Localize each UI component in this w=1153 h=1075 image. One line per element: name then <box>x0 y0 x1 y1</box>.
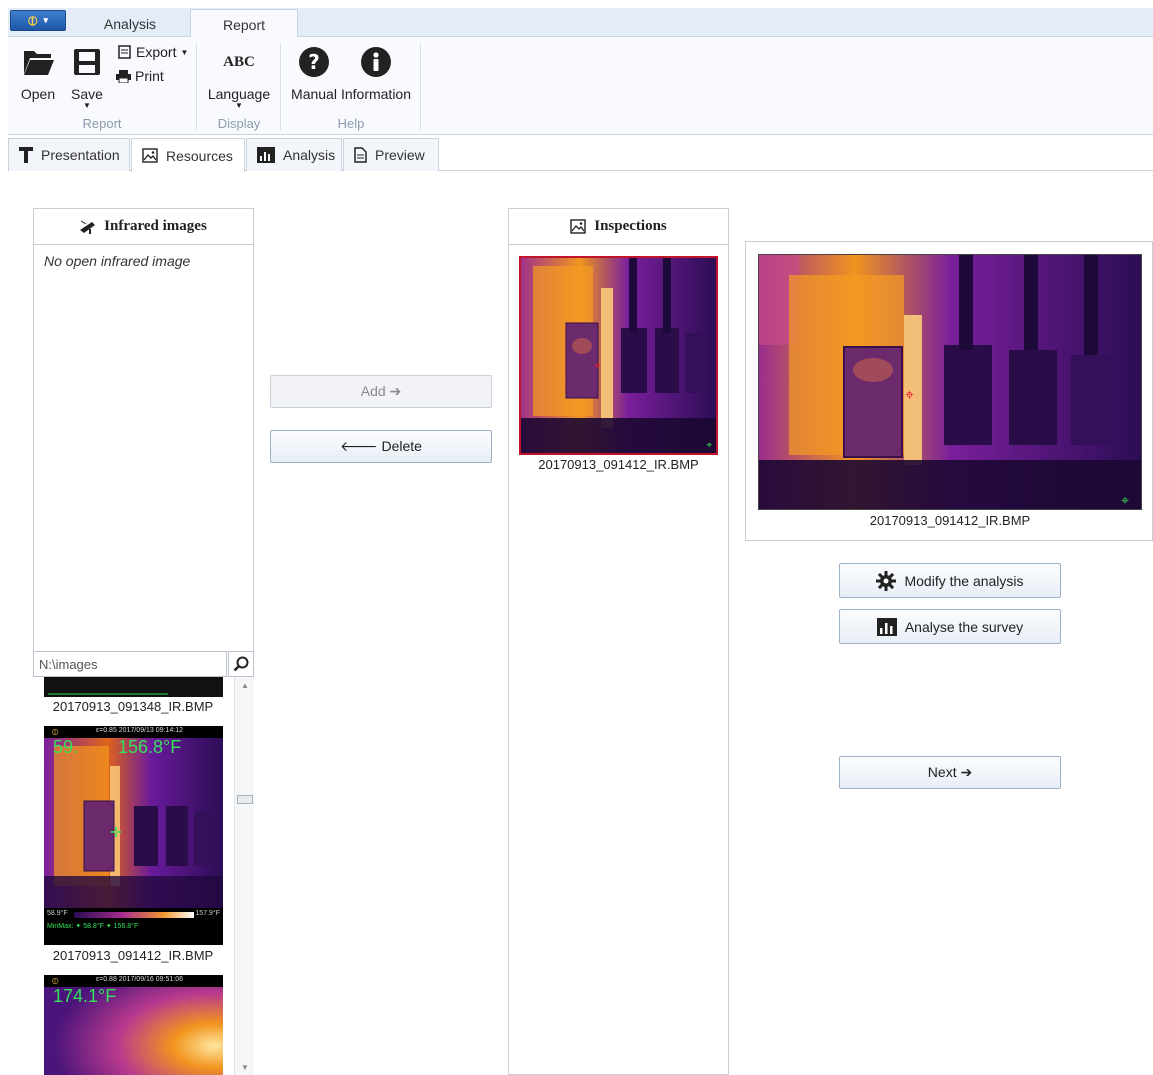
crosshair-marker-icon: ⌖ <box>1121 492 1129 508</box>
group-separator <box>420 44 421 130</box>
chevron-down-icon: ▼ <box>235 101 243 110</box>
tab-resources[interactable]: Resources <box>131 138 245 172</box>
thumbnail-image[interactable]: ⦶ ε=0.88 2017/09/16 09:51:06 174.1°F <box>44 975 223 1075</box>
image-icon <box>142 148 158 163</box>
print-button[interactable]: Print <box>116 68 164 84</box>
tab-preview-label: Preview <box>375 147 425 163</box>
scale-max-label: 157.9°F <box>195 910 220 917</box>
next-button[interactable]: Next ➔ <box>839 756 1061 789</box>
delete-button[interactable]: 🡐 Delete <box>270 430 492 463</box>
scroll-up-icon[interactable]: ▲ <box>241 681 249 690</box>
export-label: Export <box>136 44 177 60</box>
chevron-down-icon: ▼ <box>83 101 91 110</box>
save-icon <box>66 44 108 80</box>
chevron-down-icon: ▾ <box>43 15 48 25</box>
group-separator <box>280 44 281 130</box>
thumbnail-caption: 20170913_091348_IR.BMP <box>52 699 214 714</box>
minmax-readout: MinMax: ✦ 58.8°F ✦ 156.8°F <box>47 923 139 930</box>
analyse-survey-button[interactable]: Analyse the survey <box>839 609 1061 644</box>
tab-analysis[interactable]: Analysis <box>246 138 342 171</box>
preview-caption: 20170913_091412_IR.BMP <box>869 513 1031 528</box>
crosshair-marker-icon: ✛ <box>110 824 122 840</box>
add-button-label: Add ➔ <box>360 383 402 399</box>
inspection-thumbnail[interactable]: ⌖ ⌖ <box>519 256 718 455</box>
information-button[interactable]: Information <box>340 44 412 102</box>
document-icon <box>354 147 367 163</box>
bar-chart-icon <box>257 147 275 163</box>
abc-icon: ABC <box>223 53 255 70</box>
language-button[interactable]: ABC Language ▼ <box>206 44 272 110</box>
scale-min-label: 58.9°F <box>47 910 68 917</box>
thumbnail-image[interactable]: ε=0.85 2017/09/13 09:14:12 ⦶ 59. 156.8°F… <box>44 726 223 945</box>
crosshair-marker-icon: ⌖ <box>905 387 915 404</box>
tab-analysis-label: Analysis <box>283 147 336 163</box>
print-icon <box>116 69 131 83</box>
thumbnail-header-info: ε=0.88 2017/09/16 09:51:06 <box>96 976 184 983</box>
temperature-min-overlay: 59. <box>53 737 79 757</box>
information-label: Information <box>340 86 412 102</box>
open-button[interactable]: Open <box>16 44 60 102</box>
temperature-overlay: 174.1°F <box>53 986 117 1006</box>
crosshair-marker-icon: ⌖ <box>594 358 601 372</box>
group-label-help: Help <box>337 116 365 131</box>
browse-folder-button[interactable] <box>228 651 254 677</box>
path-input[interactable]: N:\images <box>33 651 227 677</box>
modify-analysis-button[interactable]: Modify the analysis <box>839 563 1061 598</box>
temperature-max-overlay: 156.8°F <box>118 737 182 757</box>
app-logo-icon: ⦶ <box>28 12 38 28</box>
tab-presentation[interactable]: Presentation <box>8 138 130 171</box>
inspection-caption: 20170913_091412_IR.BMP <box>538 457 699 472</box>
export-button[interactable]: Export ▼ <box>118 44 188 60</box>
inspections-header: Inspections <box>509 209 728 245</box>
thumbnail-list[interactable]: 20170913_091348_IR.BMP ε=0.85 2017/09/13… <box>33 677 254 1075</box>
text-t-icon <box>19 147 33 163</box>
thumbnail-header-info: ε=0.85 2017/09/13 09:14:12 <box>96 727 184 734</box>
question-circle-icon: ? <box>288 44 340 80</box>
preview-image[interactable]: ⌖ ⌖ <box>758 254 1142 510</box>
modify-analysis-label: Modify the analysis <box>904 572 1024 589</box>
group-separator <box>196 44 197 130</box>
app-menu-button[interactable]: ⦶ ▾ <box>10 10 66 31</box>
info-circle-icon <box>340 44 412 80</box>
image-icon <box>570 219 586 234</box>
thumbnail-caption: 20170913_091412_IR.BMP <box>52 948 214 963</box>
infrared-images-header: Infrared images <box>34 209 253 245</box>
gear-icon <box>876 570 897 591</box>
thumbnail-scrollbar[interactable]: ▲ ▼ <box>234 677 254 1075</box>
language-label: Language <box>207 86 271 102</box>
no-image-message: No open infrared image <box>44 253 191 269</box>
manual-button[interactable]: ? Manual <box>288 44 340 102</box>
save-button[interactable]: Save ▼ <box>66 44 108 110</box>
add-button[interactable]: Add ➔ <box>270 375 492 408</box>
chevron-down-icon: ▼ <box>180 47 189 57</box>
ribbon-tab-analysis[interactable]: Analysis <box>85 12 175 37</box>
delete-button-label: 🡐 Delete <box>340 438 422 454</box>
group-label-display: Display <box>217 116 261 131</box>
svg-text:?: ? <box>308 50 320 74</box>
tab-resources-label: Resources <box>166 147 233 164</box>
group-label-report: Report <box>82 116 122 131</box>
folder-open-icon <box>16 44 60 80</box>
infrared-images-title: Infrared images <box>104 218 207 234</box>
ribbon-tab-report[interactable]: Report <box>190 9 298 38</box>
tab-presentation-label: Presentation <box>41 147 120 163</box>
analyse-survey-label: Analyse the survey <box>904 618 1024 635</box>
tab-preview[interactable]: Preview <box>343 138 439 171</box>
manual-label: Manual <box>291 86 337 102</box>
open-label: Open <box>20 86 56 102</box>
print-label: Print <box>135 68 164 84</box>
crosshair-marker-icon: ⌖ <box>706 440 712 451</box>
search-icon <box>233 656 249 672</box>
infrared-camera-icon <box>80 220 96 234</box>
scrollbar-thumb[interactable] <box>237 795 253 804</box>
save-label: Save <box>71 86 103 102</box>
next-button-label: Next ➔ <box>927 764 973 780</box>
scroll-down-icon[interactable]: ▼ <box>241 1063 249 1072</box>
inspections-title: Inspections <box>594 218 667 234</box>
bar-chart-icon <box>876 617 897 636</box>
ribbon-tab-bar <box>8 8 1153 37</box>
export-icon <box>118 45 131 59</box>
thumbnail-image[interactable] <box>44 677 223 697</box>
